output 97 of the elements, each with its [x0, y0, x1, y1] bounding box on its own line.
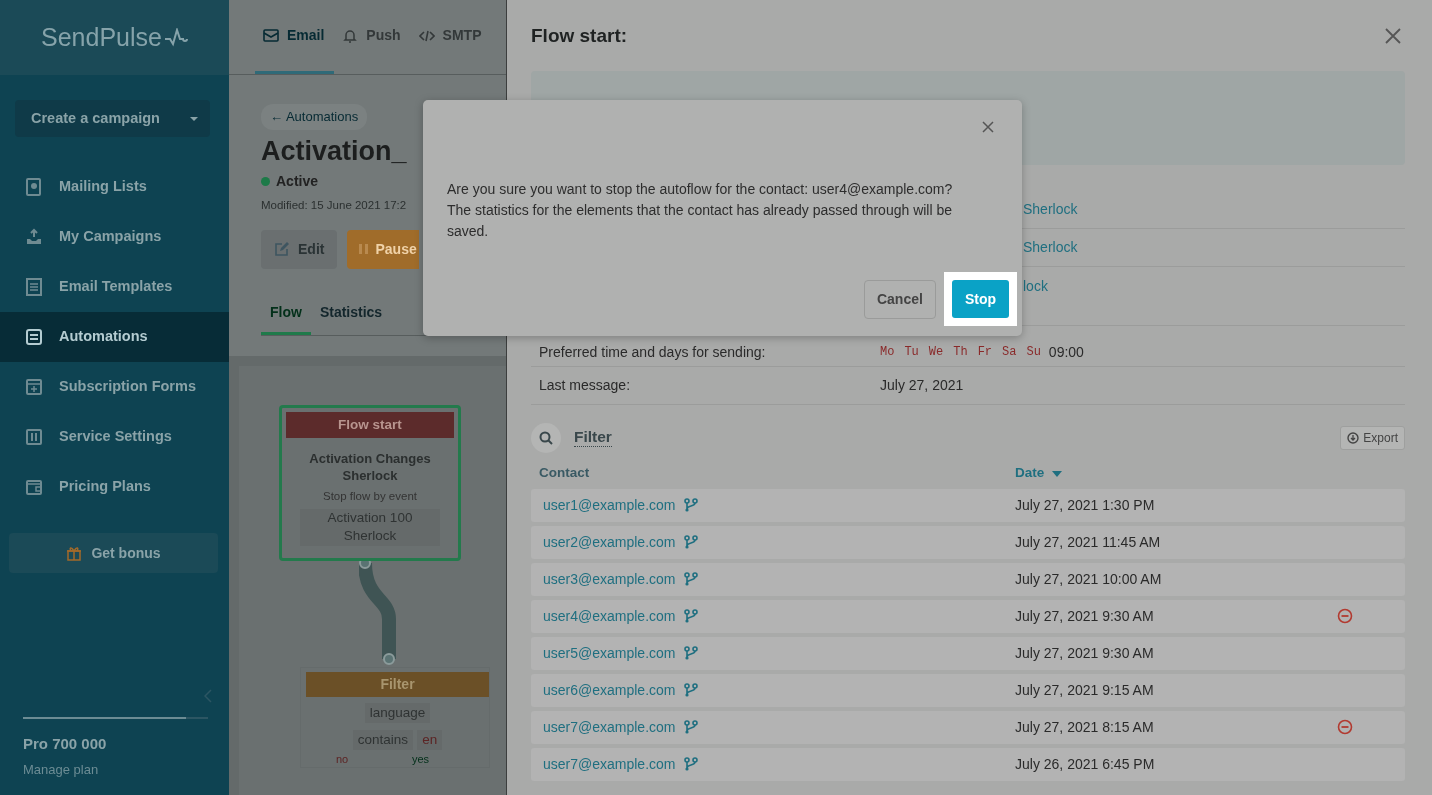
- status-dot: [261, 176, 270, 186]
- contact-link[interactable]: user3@example.com: [543, 568, 676, 590]
- envelope-icon: [263, 27, 279, 44]
- edit-icon: [274, 241, 290, 258]
- date-cell-text: July 26, 2021 6:45 PM: [1015, 754, 1156, 774]
- sidebar-item[interactable]: Automations: [0, 312, 229, 362]
- cancel-button[interactable]: Cancel: [863, 279, 936, 319]
- date-cell-text: July 27, 2021 11:45 AM: [1015, 532, 1162, 552]
- nav-tab[interactable]: SMTP: [410, 0, 492, 74]
- pause-button[interactable]: Pause: [347, 229, 419, 269]
- branch-label: no: [336, 751, 349, 767]
- branch-icon: [683, 609, 698, 623]
- plan-name: Pro 700 000: [23, 734, 108, 754]
- sort-down-icon: [1052, 470, 1063, 477]
- contact-link[interactable]: user6@example.com: [543, 679, 676, 701]
- panel-title: Flow start:: [531, 24, 628, 48]
- weekday-label: Tu: [904, 344, 919, 361]
- contact-link[interactable]: user7@example.com: [543, 716, 676, 738]
- branch-label: yes: [411, 751, 429, 767]
- gift-icon: [66, 545, 83, 561]
- branch-icon: [683, 720, 698, 734]
- pause-icon: [359, 243, 370, 256]
- branch-icon: [683, 757, 698, 771]
- weekday-label: Su: [1026, 344, 1041, 361]
- date-cell-text: July 27, 2021 8:15 AM: [1015, 717, 1155, 737]
- sidebar-item[interactable]: My Campaigns: [0, 212, 229, 262]
- edit-button[interactable]: Edit: [261, 229, 338, 269]
- stop-icon[interactable]: [1337, 608, 1353, 624]
- node-subtitle: Stop flow by event: [322, 488, 418, 504]
- sliders-icon: [25, 428, 43, 446]
- date-cell-text: July 27, 2021 9:30 AM: [1015, 643, 1155, 663]
- bell-icon: [342, 27, 359, 44]
- weekday-label: We: [928, 344, 944, 361]
- sidebar-item[interactable]: Email Templates: [0, 262, 229, 312]
- weekday-label: Mo: [880, 344, 895, 361]
- weekday-label: Fr: [977, 344, 993, 361]
- filter-link[interactable]: Filter: [574, 428, 612, 447]
- get-bonus-button[interactable]: Get bonus: [9, 533, 218, 573]
- column-header[interactable]: Contact: [539, 462, 1015, 485]
- branch-icon: [683, 535, 698, 549]
- back-link[interactable]: ← Automations: [261, 104, 368, 130]
- condition-tag: en: [417, 729, 443, 750]
- date-cell-text: July 27, 2021 9:30 AM: [1015, 606, 1155, 626]
- sidebar-item[interactable]: Service Settings: [0, 412, 229, 462]
- modified-date: Modified: 15 June 2021 17:2: [261, 197, 407, 213]
- sidebar-item[interactable]: Subscription Forms: [0, 362, 229, 412]
- pulse-icon: [163, 27, 188, 48]
- search-icon: [539, 430, 553, 445]
- contact-link[interactable]: user7@example.com: [543, 753, 676, 775]
- branch-icon: [683, 498, 698, 512]
- date-cell-text: July 27, 2021 10:00 AM: [1015, 569, 1163, 589]
- manage-plan-link[interactable]: Manage plan: [23, 759, 208, 779]
- download-icon: [1347, 431, 1360, 444]
- nav-tab[interactable]: Push: [334, 0, 411, 74]
- weekday-label: Th: [953, 344, 968, 361]
- branch-icon: [683, 572, 698, 586]
- node-header: Flow start: [286, 411, 454, 438]
- form-icon: [25, 378, 43, 396]
- campaign-title: Activation_: [261, 135, 408, 167]
- logo-text: SendPulse: [41, 21, 162, 53]
- node-header: Filter: [306, 671, 489, 697]
- search-button[interactable]: [531, 422, 561, 453]
- close-icon[interactable]: [982, 121, 994, 133]
- document-icon: [25, 278, 43, 296]
- export-button[interactable]: Export: [1340, 425, 1405, 450]
- contact-link[interactable]: user5@example.com: [543, 642, 676, 664]
- caret-icon: [190, 116, 198, 121]
- view-tab[interactable]: Flow: [261, 295, 311, 335]
- detail-value: July 27, 2021: [880, 375, 964, 395]
- upload-icon: [25, 228, 43, 246]
- wallet-icon: [25, 478, 43, 496]
- dialog-message: Are you sure you want to stop the autoflow for the contact: user4@example.com? The statistics for the elements that the contact has already passed through will be saved.: [447, 180, 954, 241]
- weekday-label: Sa: [1002, 344, 1017, 361]
- stop-button[interactable]: Stop: [951, 280, 1009, 318]
- view-tab[interactable]: Statistics: [310, 295, 392, 335]
- contact-link[interactable]: user2@example.com: [543, 531, 676, 553]
- create-campaign-button[interactable]: Create a campaign: [15, 100, 210, 137]
- send-time: 09:00: [1048, 342, 1084, 362]
- stop-icon[interactable]: [1337, 719, 1353, 735]
- contact-link[interactable]: user1@example.com: [543, 494, 676, 516]
- contact-book-icon: [25, 178, 43, 196]
- column-header[interactable]: Date: [1015, 462, 1063, 485]
- node-title: Activation Changes Sherlock: [308, 449, 432, 485]
- detail-label: Preferred time and days for sending:: [538, 342, 767, 362]
- sidebar-item[interactable]: Mailing Lists: [0, 162, 229, 212]
- date-cell-text: July 27, 2021 1:30 PM: [1015, 495, 1156, 515]
- nav-tab[interactable]: Email: [255, 0, 335, 74]
- close-icon[interactable]: [1385, 28, 1401, 44]
- condition-tag: language: [364, 702, 431, 723]
- date-cell-text: July 27, 2021 9:15 AM: [1015, 680, 1155, 700]
- sidebar-item[interactable]: Pricing Plans: [0, 462, 229, 512]
- flow-icon: [25, 328, 43, 346]
- branch-icon: [683, 683, 698, 697]
- detail-label: Last message:: [538, 375, 632, 395]
- branch-icon: [683, 646, 698, 660]
- contact-link[interactable]: user4@example.com: [543, 605, 676, 627]
- status-text: Active: [276, 171, 319, 191]
